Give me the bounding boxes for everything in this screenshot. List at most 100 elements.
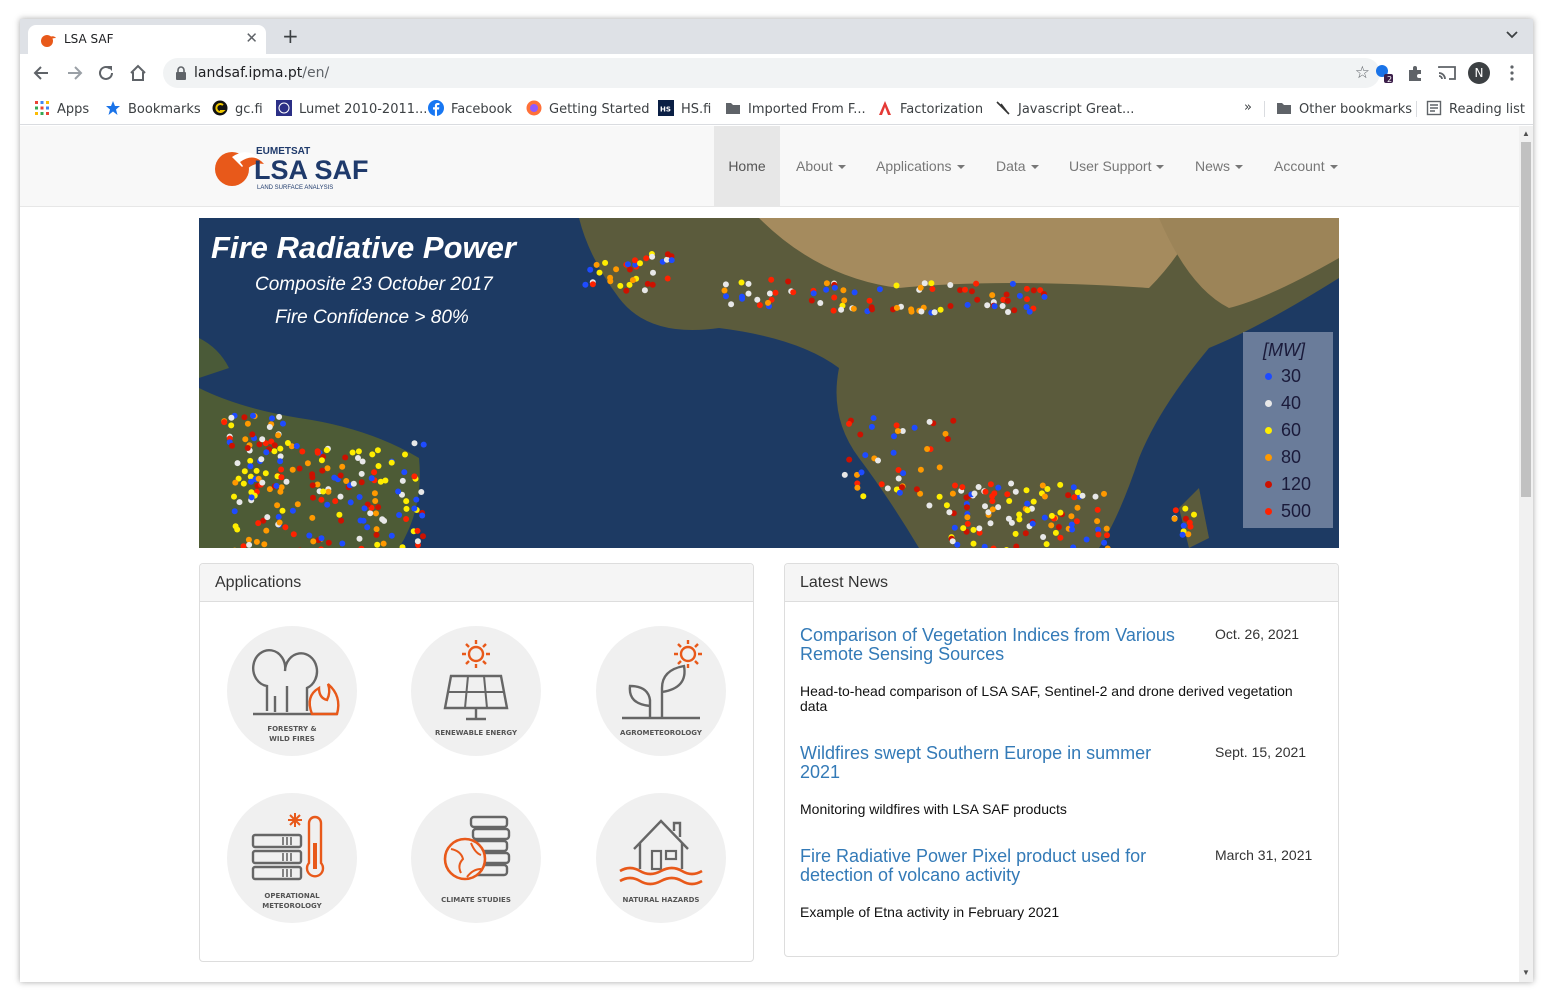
nav-user-support[interactable]: User Support [1069,126,1165,206]
fire-dot [917,466,924,473]
fire-dot [995,504,1002,511]
bookmark-getting-started[interactable]: Getting Started [526,100,650,117]
tab-close-icon[interactable]: ✕ [245,29,258,47]
scroll-down-arrow-icon[interactable]: ▼ [1522,968,1530,977]
factorization-icon [879,101,891,115]
kebab-menu-icon[interactable] [1501,62,1523,84]
news-title-link[interactable]: Fire Radiative Power Pixel product used … [800,847,1190,885]
bookmark-lumet[interactable]: Lumet 2010-2011... [276,100,427,117]
fire-dot [582,281,589,288]
fire-dot [395,488,402,495]
fire-dot [324,501,331,508]
fire-dot [987,481,994,488]
bookmark-bookmarks[interactable]: Bookmarks [105,100,201,117]
app-renewable-energy[interactable]: RENEWABLE ENERGY [411,626,541,756]
nav-news[interactable]: News [1195,126,1244,206]
fire-dot [368,475,375,482]
app-operational-meteorology[interactable]: OPERATIONAL METEOROLOGY [227,793,357,923]
cast-icon[interactable] [1436,62,1458,84]
profile-initial: N [1474,66,1484,80]
fire-dot [894,428,901,434]
fire-dot [240,480,247,487]
nav-applications[interactable]: Applications [876,126,965,206]
fire-dot [253,467,260,474]
nav-home[interactable]: Home [714,126,780,206]
fire-dot [1040,534,1047,540]
reload-icon[interactable] [95,62,117,84]
fire-dot [1101,490,1107,497]
app-agrometeorology[interactable]: AGROMETEOROLOGY [596,626,726,756]
bookmark-star-icon[interactable]: ☆ [1355,63,1370,83]
fire-dot [304,460,311,467]
fire-dot [357,517,364,524]
fire-dot [890,449,897,456]
fire-dot [1180,522,1187,529]
bookmark-imported[interactable]: Imported From F... [725,100,866,117]
fire-dot [356,494,363,500]
fire-dot [1048,512,1055,519]
fire-dot [596,269,603,276]
scroll-up-arrow-icon[interactable]: ▲ [1522,129,1530,138]
caret-down-icon [837,165,846,170]
fire-dot [976,525,983,532]
home-icon[interactable] [127,62,149,84]
legend-dot-icon [1265,400,1272,407]
fire-dot [310,494,316,501]
fire-dot [411,440,418,447]
app-natural-hazards[interactable]: NATURAL HAZARDS [596,793,726,923]
fire-dot [401,469,408,476]
app-forestry-wildfires[interactable]: FORESTRY & WILD FIRES [227,626,357,756]
applications-panel: Applications FORESTRY & WILD FIRES RENEW… [199,563,754,962]
fire-dot [271,448,278,455]
fire-dot [973,280,980,287]
fire-dot [241,414,248,421]
puzzle-extensions-icon[interactable] [1404,62,1426,84]
bookmark-factorization[interactable]: Factorization [877,100,983,117]
news-description: Example of Etna activity in February 202… [800,904,1060,920]
fire-dot [244,445,251,451]
reading-list[interactable]: Reading list [1426,100,1525,117]
browser-tab[interactable]: LSA SAF ✕ [28,25,266,54]
address-bar[interactable]: landsaf.ipma.pt/en/ ☆ [163,58,1380,88]
other-bookmarks[interactable]: Other bookmarks [1276,100,1412,117]
legend-dot-icon [1265,373,1272,380]
scroll-thumb[interactable] [1521,142,1531,497]
nav-about[interactable]: About [796,126,846,206]
fire-dot [851,289,858,296]
bookmarks-overflow-chevron[interactable]: » [1244,100,1252,115]
new-tab-button[interactable]: + [282,24,299,48]
fire-dot [373,531,380,538]
bookmark-apps[interactable]: Apps [34,100,89,117]
fire-radiative-power-banner[interactable]: Fire Radiative Power Composite 23 Octobe… [199,218,1339,548]
fire-dot [1024,296,1030,303]
fire-dot [296,465,303,472]
page-scrollbar[interactable]: ▲ ▼ [1519,126,1533,982]
bookmark-facebook[interactable]: Facebook [428,100,512,117]
fire-dot [963,504,970,511]
app-climate-studies[interactable]: CLIMATE STUDIES [411,793,541,923]
lsasaf-logo[interactable]: EUMETSAT LSA SAF LAND SURFACE ANALYSIS [212,138,372,194]
news-date: Sept. 15, 2021 [1215,744,1307,760]
tab-search-chevron-icon[interactable] [1505,28,1519,42]
browser-window: LSA SAF ✕ + landsaf.ipma.pt/en/ ☆ 2 N Ap… [20,19,1533,982]
bookmark-gc[interactable]: gc.fi [212,100,263,117]
fire-dot [1179,531,1186,538]
news-title-link[interactable]: Comparison of Vegetation Indices from Va… [800,626,1190,664]
forward-arrow-icon[interactable] [63,62,85,84]
profile-avatar[interactable]: N [1468,62,1490,84]
back-arrow-icon[interactable] [31,62,53,84]
fire-dot [974,296,981,303]
fire-dot [613,266,620,273]
bookmark-javascript[interactable]: Javascript Great... [995,100,1134,117]
nav-account[interactable]: Account [1274,126,1338,206]
fire-dot [626,266,633,273]
news-title-link[interactable]: Wildfires swept Southern Europe in summe… [800,744,1190,782]
fire-dot [246,541,253,548]
nav-data[interactable]: Data [996,126,1039,206]
fire-dot [275,432,282,439]
fire-map-image [199,218,1339,548]
fire-dot [862,452,869,459]
legend-value: 40 [1281,393,1302,413]
bookmark-hs[interactable]: HS HS.fi [658,100,711,117]
frp-legend: [MW] 30 40 60 80 120 500 [1243,332,1333,528]
